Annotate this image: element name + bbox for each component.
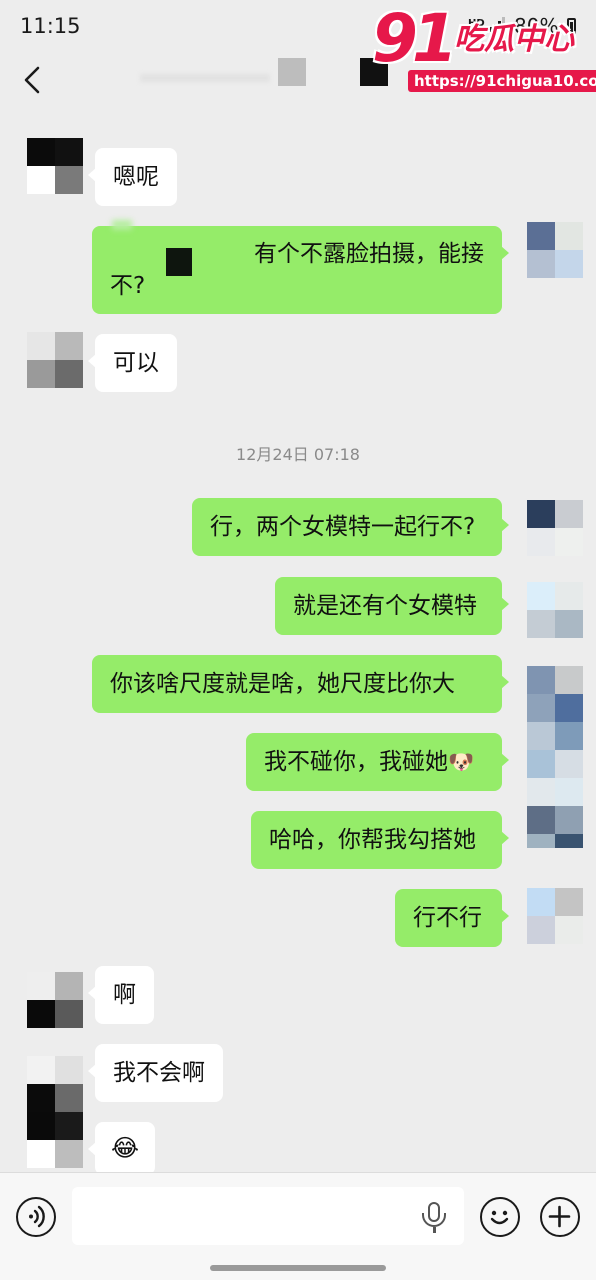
my-avatar[interactable] — [527, 834, 583, 862]
home-indicator[interactable] — [210, 1265, 386, 1271]
message-timestamp: 12月24日 07:18 — [236, 445, 360, 464]
message-text: 可以 — [113, 350, 159, 376]
message-list[interactable]: 嗯呢 有个不露脸拍摄，能接 不? 可以 12月24日 07:18 行，两个女模特… — [0, 108, 596, 1172]
message-text: 啊 — [113, 982, 136, 1008]
contact-avatar[interactable] — [27, 972, 83, 1028]
my-avatar[interactable] — [527, 582, 583, 638]
watermark-url: https://91chigua10.com — [408, 70, 596, 92]
message-input[interactable] — [72, 1187, 464, 1245]
message-bubble[interactable]: 嗯呢 — [88, 148, 177, 206]
message-bubble[interactable]: 😂 — [87, 1122, 156, 1172]
watermark-number: 91 — [372, 0, 458, 77]
watermark-logo: 91 吃瓜中心 https://91chigua10.com — [366, 0, 596, 106]
my-avatar[interactable] — [527, 888, 583, 944]
more-button[interactable] — [540, 1197, 580, 1237]
message-bubble[interactable]: 你该啥尺度就是啥，她尺度比你大 — [92, 655, 509, 713]
my-avatar[interactable] — [527, 666, 583, 722]
message-bubble[interactable]: 我不会啊 — [88, 1044, 223, 1102]
message-bubble[interactable]: 就是还有个女模特 — [275, 577, 509, 635]
message-text: 哈哈，你帮我勾搭她 — [269, 827, 476, 853]
message-bubble[interactable]: 行，两个女模特一起行不? — [192, 498, 509, 556]
smiley-icon — [490, 1210, 509, 1225]
censor-block — [112, 220, 132, 230]
emoji: 🐶 — [448, 750, 475, 774]
message-text: 你该啥尺度就是啥，她尺度比你大 — [110, 671, 455, 697]
my-avatar[interactable] — [527, 778, 583, 834]
status-time: 11:15 — [20, 14, 81, 38]
my-avatar[interactable] — [527, 722, 583, 778]
watermark-name: 吃瓜中心 — [454, 22, 574, 57]
voice-icon — [29, 1205, 45, 1228]
message-bubble[interactable]: 行不行 — [395, 889, 509, 947]
message-bubble[interactable]: 我不碰你，我碰她🐶 — [246, 733, 509, 791]
chevron-left-icon — [24, 66, 40, 94]
my-avatar[interactable] — [527, 222, 583, 278]
my-avatar[interactable] — [527, 500, 583, 556]
message-text: 行，两个女模特一起行不? — [210, 514, 476, 540]
message-text: 我不会啊 — [113, 1060, 205, 1086]
censor-block — [278, 58, 306, 86]
voice-toggle-button[interactable] — [16, 1197, 56, 1237]
emoji-button[interactable] — [480, 1197, 520, 1237]
contact-avatar[interactable] — [27, 1112, 83, 1168]
message-text: 行不行 — [413, 905, 482, 931]
input-bar — [0, 1172, 596, 1280]
message-text: 嗯呢 — [113, 164, 159, 190]
message-bubble[interactable]: 哈哈，你帮我勾搭她 — [251, 811, 509, 869]
contact-name-censored — [140, 74, 270, 82]
contact-avatar[interactable] — [27, 138, 83, 194]
contact-avatar[interactable] — [27, 332, 83, 388]
contact-avatar[interactable] — [27, 1056, 83, 1112]
censor-block — [166, 248, 192, 276]
plus-icon — [548, 1205, 571, 1228]
message-bubble[interactable]: 有个不露脸拍摄，能接 不? — [92, 220, 509, 314]
message-bubble[interactable]: 啊 — [88, 966, 154, 1024]
back-button[interactable] — [20, 60, 46, 100]
message-emoji: 😂 — [111, 1134, 140, 1162]
message-text: 就是还有个女模特 — [293, 593, 477, 619]
message-bubble[interactable]: 可以 — [88, 334, 177, 392]
message-text: 我不碰你，我碰她 — [264, 749, 448, 775]
